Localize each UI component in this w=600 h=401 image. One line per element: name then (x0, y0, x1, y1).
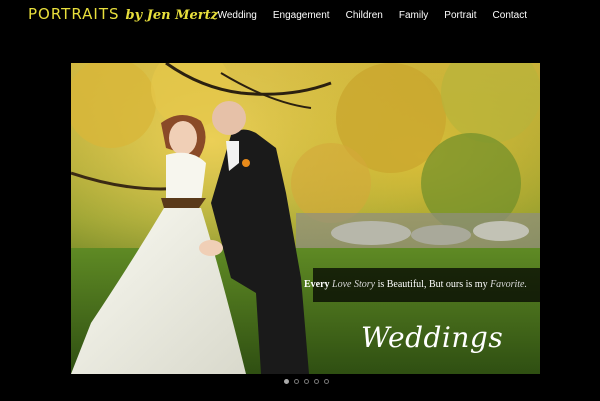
slider-dot-4[interactable] (314, 379, 319, 384)
logo-wordmark: PORTRAITS (28, 5, 120, 23)
slider-pagination (284, 379, 329, 384)
main-nav: Wedding Engagement Children Family Portr… (218, 10, 527, 21)
nav-item-portrait[interactable]: Portrait (444, 10, 476, 21)
hero-slider[interactable]: Every Love Story is Beautiful, But ours … (71, 63, 540, 374)
caption-middle: is Beautiful, But ours is my (377, 279, 488, 290)
slide-caption: Every Love Story is Beautiful, But ours … (304, 279, 527, 290)
slider-dot-5[interactable] (324, 379, 329, 384)
logo-byline: by Jen Mertz (125, 8, 218, 23)
caption-love-story: Love Story (332, 279, 376, 290)
nav-item-children[interactable]: Children (346, 10, 383, 21)
caption-favorite: Favorite. (490, 279, 527, 290)
slider-dot-2[interactable] (294, 379, 299, 384)
slide-caption-bar: Every Love Story is Beautiful, But ours … (304, 268, 540, 302)
caption-every: Every (303, 279, 330, 290)
slide-title: Weddings (361, 321, 504, 354)
slider-dot-1[interactable] (284, 379, 289, 384)
nav-item-contact[interactable]: Contact (493, 10, 527, 21)
nav-item-family[interactable]: Family (399, 10, 428, 21)
nav-item-engagement[interactable]: Engagement (273, 10, 330, 21)
slider-dot-3[interactable] (304, 379, 309, 384)
site-header: PORTRAITS by Jen Mertz Wedding Engagemen… (0, 0, 600, 34)
site-logo[interactable]: PORTRAITS by Jen Mertz (28, 5, 218, 23)
nav-item-wedding[interactable]: Wedding (218, 10, 257, 21)
